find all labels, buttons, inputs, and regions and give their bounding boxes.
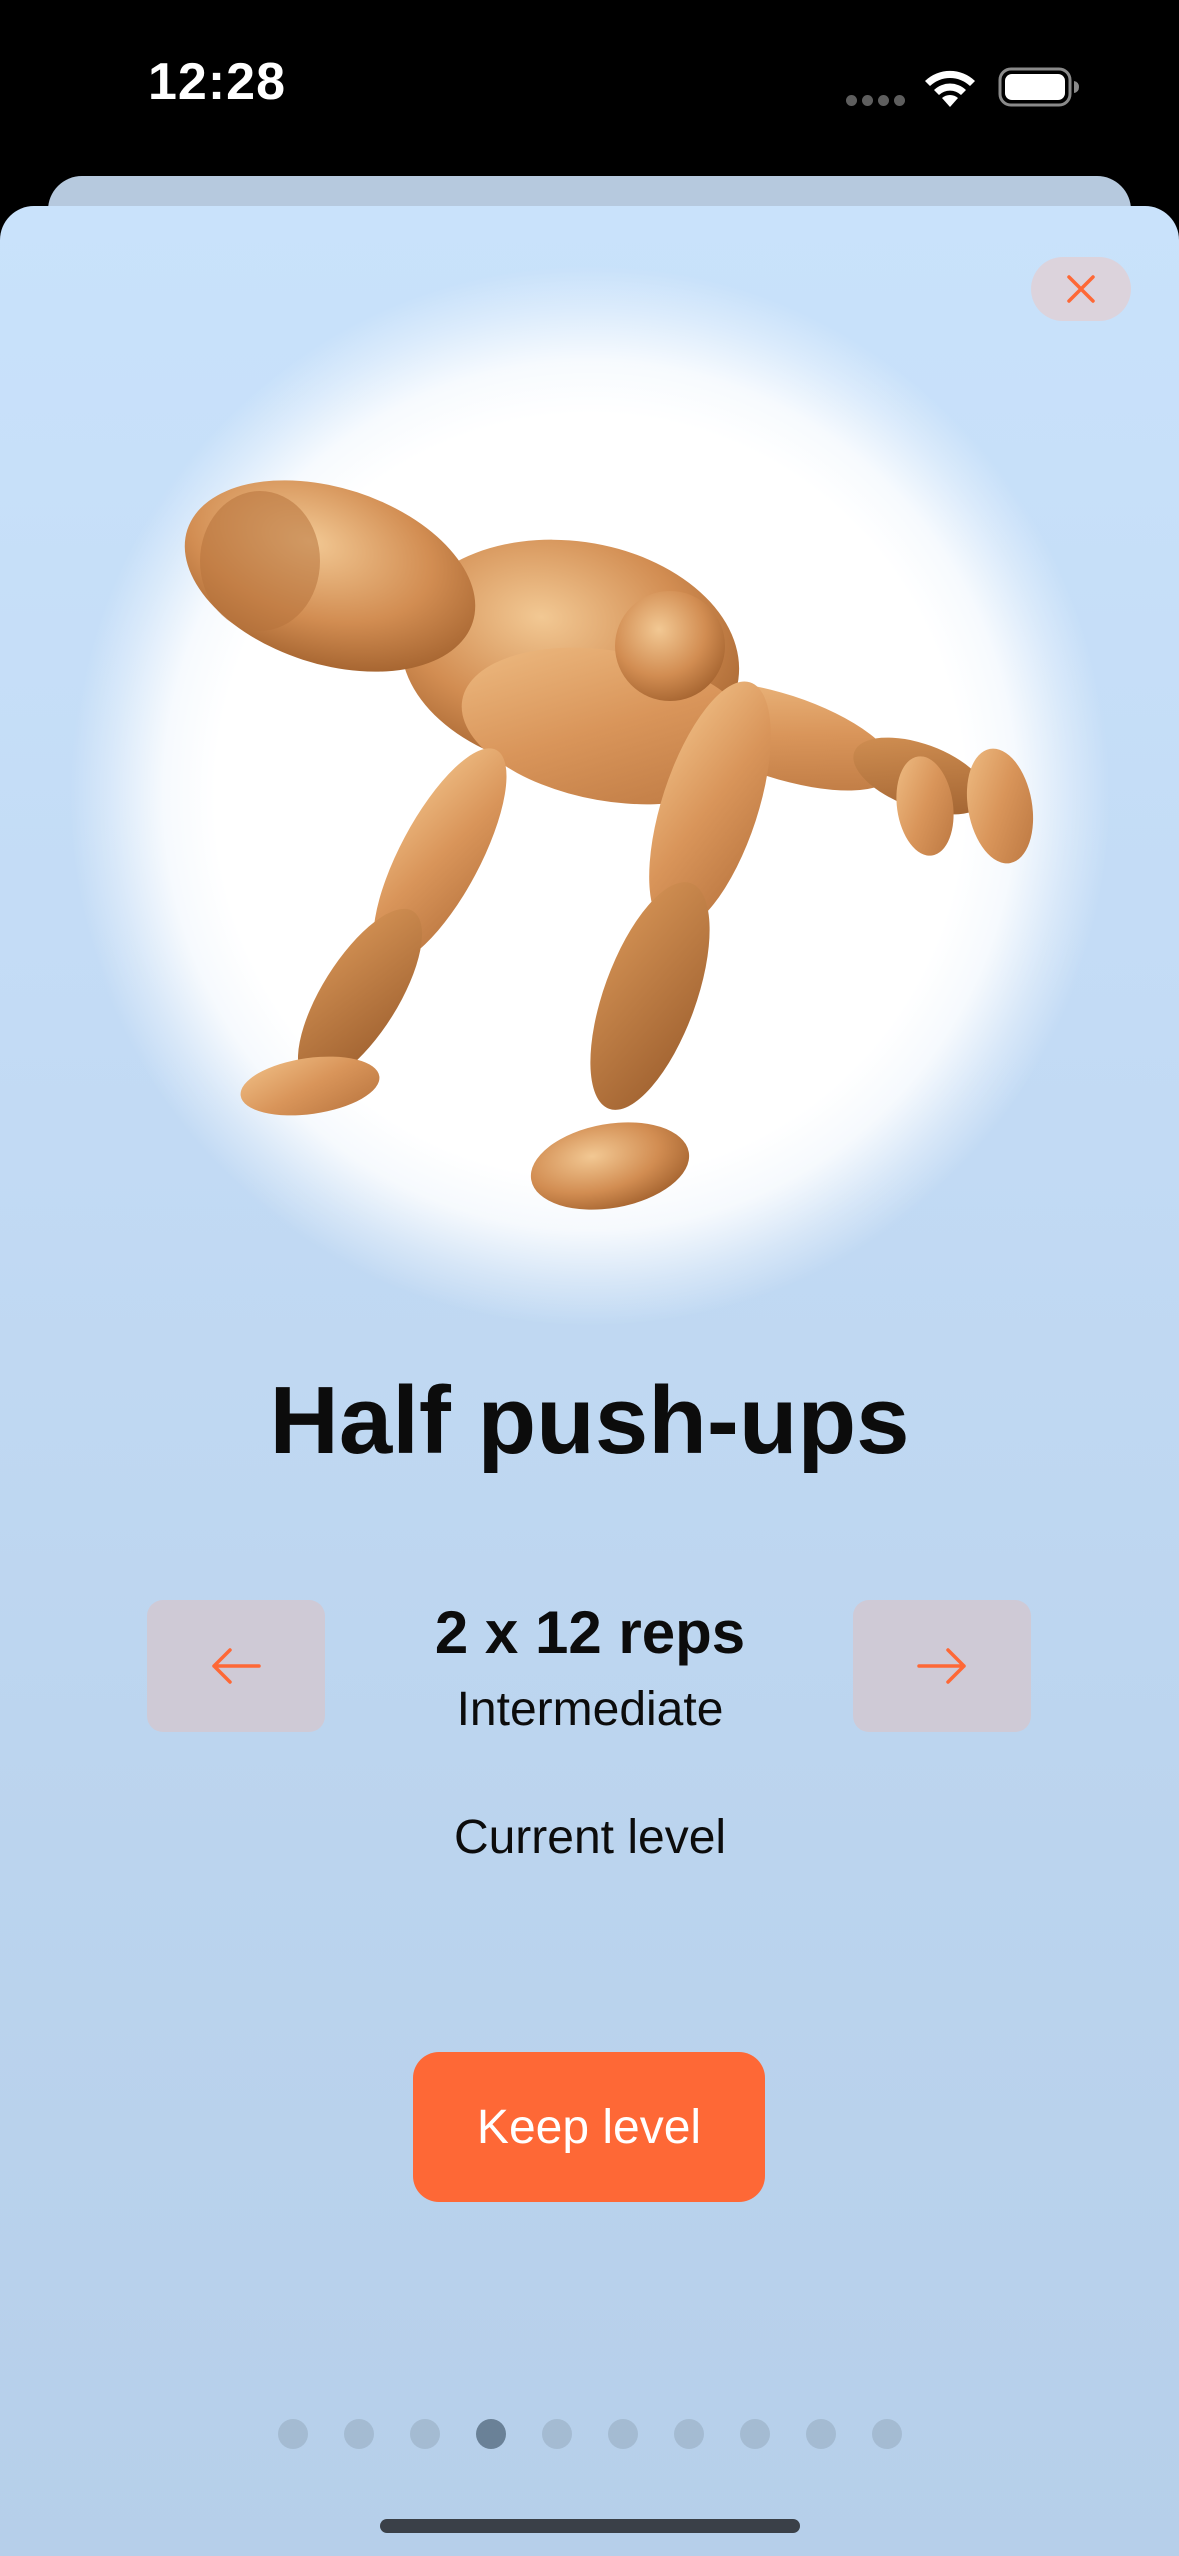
reps-count: 2 x 12 reps xyxy=(434,1599,746,1666)
page-indicator xyxy=(0,2417,1179,2451)
exercise-title: Half push-ups xyxy=(269,1367,910,1474)
next-level-button[interactable] xyxy=(853,1600,1031,1732)
page-dot-7[interactable] xyxy=(674,2419,704,2449)
level-name: Intermediate xyxy=(456,1683,724,1736)
mannequin-figure xyxy=(184,480,1034,1210)
cellular-dots-icon xyxy=(846,95,906,107)
page-dot-2[interactable] xyxy=(344,2419,374,2449)
page-dot-8[interactable] xyxy=(740,2419,770,2449)
keep-level-button[interactable]: Keep level xyxy=(413,2052,765,2202)
page-dot-6[interactable] xyxy=(608,2419,638,2449)
status-time: 12:28 xyxy=(148,53,286,111)
level-status: Current level xyxy=(453,1811,727,1864)
page-dot-5[interactable] xyxy=(542,2419,572,2449)
page-dot-3[interactable] xyxy=(410,2419,440,2449)
battery-icon xyxy=(998,67,1079,107)
home-indicator xyxy=(380,2519,800,2533)
arrow-left-icon xyxy=(212,1648,261,1684)
page-dot-4[interactable] xyxy=(476,2419,506,2449)
page-dot-9[interactable] xyxy=(806,2419,836,2449)
status-bar: 12:28 xyxy=(0,0,1179,175)
close-button[interactable] xyxy=(1031,257,1131,321)
page-dot-10[interactable] xyxy=(872,2419,902,2449)
previous-level-button[interactable] xyxy=(147,1600,325,1732)
page-dot-1[interactable] xyxy=(278,2419,308,2449)
wifi-icon xyxy=(925,70,975,107)
arrow-right-icon xyxy=(917,1648,966,1684)
close-icon xyxy=(1067,275,1095,303)
exercise-sheet: Half push-ups 2 x 12 reps Intermediate C… xyxy=(0,206,1179,2556)
